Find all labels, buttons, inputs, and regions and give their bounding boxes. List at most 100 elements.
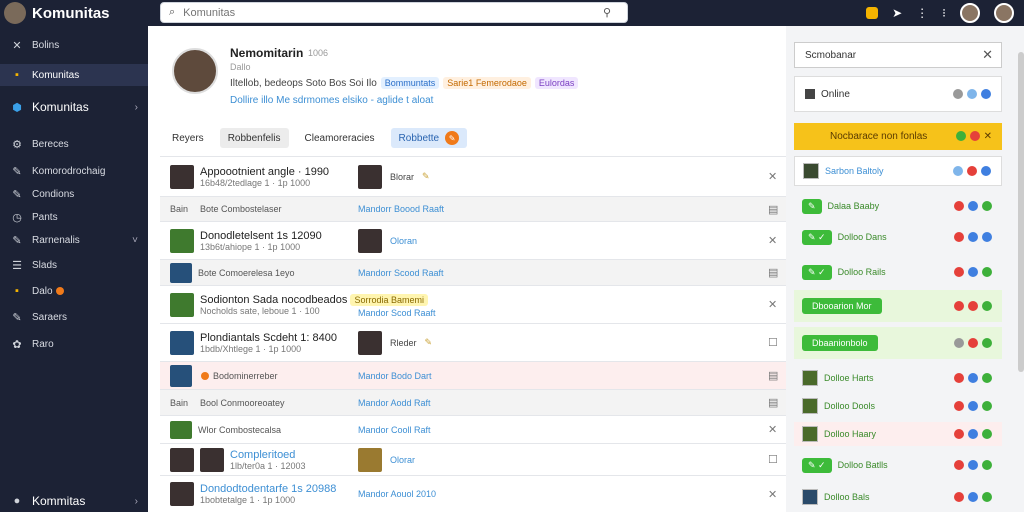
list-item[interactable]: Bain Bote Combostelaser Mandorr Boood Ra… (160, 196, 790, 221)
profile-tag[interactable]: Sarie1 Femerodaoe (443, 77, 531, 89)
tab-cleamoreracies[interactable]: Cleamoreracies (297, 128, 383, 148)
avatar: ● (13, 495, 21, 507)
resize-icon[interactable]: ✕ (768, 423, 777, 436)
profile-tag[interactable]: Bommuntats (380, 77, 440, 89)
user-card[interactable]: ✎ Dalaa Baaby (794, 194, 1002, 218)
user-card[interactable]: Dbooarion Mor (794, 290, 1002, 322)
edit-button[interactable]: ✎ ✓ (802, 457, 832, 473)
flower-icon: ✿ (12, 338, 22, 351)
edit-button[interactable]: ✎ ✓ (802, 229, 832, 245)
sidebar-item-dalo[interactable]: ▪ Dalo (0, 280, 148, 302)
list-item[interactable]: Bodominerreber Mandor Bodo Dart ▤ (160, 361, 790, 389)
close-icon[interactable]: ✕ (768, 298, 777, 311)
list-item[interactable]: Compleritoed 1lb/ter0a 1 · 12003 Olorar ☐ (160, 443, 790, 475)
second-avatar[interactable] (994, 3, 1014, 23)
sidebar-item-bereces[interactable]: ⚙ Bereces (0, 133, 148, 155)
bookmark-icon: ▪ (15, 285, 19, 297)
search-icon: ⌕ (169, 6, 176, 18)
sidebar-item-komorodrochaig[interactable]: ✎ Komorodrochaig (0, 160, 148, 182)
notice-bar[interactable]: Nocbarace non fonlas ✕ (794, 123, 1002, 150)
online-panel[interactable]: Online (794, 76, 1002, 112)
list-item[interactable]: Bain Bool Conmooreoatey Mandor Aodd Raft… (160, 389, 790, 415)
thumbnail (170, 292, 194, 317)
sidebar-item-komunitas[interactable]: ▪ Komunitas (0, 64, 148, 86)
close-icon[interactable]: ✕ (768, 234, 777, 247)
list-icon[interactable]: ▤ (768, 266, 778, 279)
list-item[interactable]: Wlor Combostecalsa Mandor Cooll Raft ✕ (160, 415, 790, 443)
close-icon[interactable]: ✕ (768, 488, 777, 501)
sidebar-item-rarnenalis[interactable]: ✎ Rarnenalis ˅ (0, 229, 148, 251)
tab-robbenfelis[interactable]: Robbenfelis (219, 128, 289, 148)
user-card[interactable]: ✎ ✓ Dolloo Batlls (794, 453, 1002, 477)
grid-icon: ✕ (12, 39, 22, 52)
checkbox[interactable]: ☐ (768, 336, 778, 349)
brand[interactable]: Komunitas (0, 2, 150, 24)
list-icon[interactable]: ▤ (768, 396, 778, 409)
profile-avatar[interactable] (960, 3, 980, 23)
scrollbar[interactable] (1018, 52, 1024, 372)
list-icon[interactable]: ▤ (768, 203, 778, 216)
search-input[interactable] (183, 6, 603, 19)
sidebar-item-saraers[interactable]: ✎ Saraers (0, 306, 148, 328)
thumbnail (170, 447, 194, 472)
user-card[interactable]: Dolloe Harts (794, 366, 1002, 390)
sidebar-item-bolins[interactable]: ✕ Bolins (0, 34, 148, 56)
pin-icon: ✎ (422, 171, 430, 181)
pin-icon: ✎ (424, 337, 433, 347)
sidebar-item-raro[interactable]: ✿ Raro (0, 333, 148, 355)
user-card[interactable]: Dolloo Dools (794, 394, 1002, 418)
sidebar-item-komunitas-group[interactable]: ⬢ Komunitas › (0, 96, 148, 118)
profile-info-text: Iltellob, bedeops Soto Bos Soi Ilo (230, 77, 377, 89)
magnifier-icon[interactable]: ⚲ (603, 6, 611, 19)
tab-robbette[interactable]: Robbette ✎ (390, 128, 468, 148)
list-item[interactable]: Appoootnient angle · 1990 16b48/2tedlage … (160, 156, 790, 196)
menu-dots-icon[interactable]: ⋮ (916, 6, 928, 20)
sidebar-footer[interactable]: ● Kommitas › (0, 490, 148, 512)
row-media: Blorar ✎ (358, 164, 430, 189)
user-card[interactable]: Dolloo Haary (794, 422, 1002, 446)
edit-button[interactable]: ✎ ✓ (802, 264, 832, 280)
profile-link[interactable]: Dollire illo Me sdrmomes elsiko - aglide… (230, 95, 433, 106)
list-item[interactable]: Bote Comoerelesa 1eyo Mandorr Scood Raaf… (160, 259, 790, 285)
thumbnail (170, 420, 192, 439)
row-link[interactable]: Mandorr Boood Raaft (358, 204, 444, 214)
avatar (803, 163, 819, 179)
profile-name: Nemomitarin (230, 46, 304, 60)
list-icon[interactable]: ▤ (768, 369, 778, 382)
sidebar-item-condions[interactable]: ✎ Condions (0, 183, 148, 205)
status-icon (969, 131, 980, 141)
pencil-icon: ✎ (12, 234, 22, 247)
more-icon[interactable]: ⁝ (942, 6, 946, 20)
close-icon[interactable]: ✕ (768, 170, 777, 183)
profile-tag[interactable]: Eulordas (534, 77, 579, 89)
profile-photo (172, 48, 218, 94)
checkbox[interactable]: ☐ (768, 453, 778, 466)
list-item[interactable]: Dondodtodentarfe 1s 20988 1bobtetalge 1 ·… (160, 475, 790, 512)
edit-icon[interactable]: ✎ (445, 131, 460, 145)
right-search[interactable]: Scmobanar ✕ (794, 42, 1002, 68)
user-card[interactable]: Dbaanionbolo (794, 327, 1002, 359)
tab-bar: Reyers Robbenfelis Cleamoreracies Robbet… (164, 128, 468, 148)
notification-badge-icon[interactable] (866, 7, 879, 19)
list-item[interactable]: Sodionton Sada nocodbeados Sorrodia Bame… (160, 285, 790, 323)
sidebar-item-pants[interactable]: ◷ Pants (0, 206, 148, 228)
tab-reyers[interactable]: Reyers (164, 128, 212, 148)
user-card[interactable]: ✎ ✓ Dolloo Dans (794, 224, 1002, 250)
user-card[interactable]: Dolloo Bals (794, 484, 1002, 510)
action-button[interactable]: Dbaanionbolo (802, 335, 878, 351)
action-button[interactable]: Dbooarion Mor (802, 298, 882, 314)
search-box[interactable]: ⌕ ⚲ (160, 2, 628, 23)
user-card[interactable]: Sarbon Baltoly (794, 156, 1002, 186)
sidebar-item-slads[interactable]: ☰ Slads (0, 254, 148, 276)
edit-button[interactable]: ✎ (802, 198, 822, 214)
cube-icon: ⬢ (12, 101, 22, 114)
gear-icon: ⚙ (12, 138, 22, 151)
send-icon[interactable]: ➤ (892, 6, 902, 20)
media-thumbnail (358, 228, 382, 253)
close-icon[interactable]: ✕ (982, 47, 993, 63)
profile-name-suffix: 1006 (308, 48, 329, 58)
user-card[interactable]: ✎ ✓ Dolloo Rails (794, 259, 1002, 285)
list-item[interactable]: Plondiantals Scdeht 1: 8400 1bdb/Xhtlege … (160, 323, 790, 361)
pencil-icon: ✎ (12, 188, 22, 201)
list-item[interactable]: Donodletelsent 1s 12090 13b6t/ahiope 1 · … (160, 221, 790, 259)
